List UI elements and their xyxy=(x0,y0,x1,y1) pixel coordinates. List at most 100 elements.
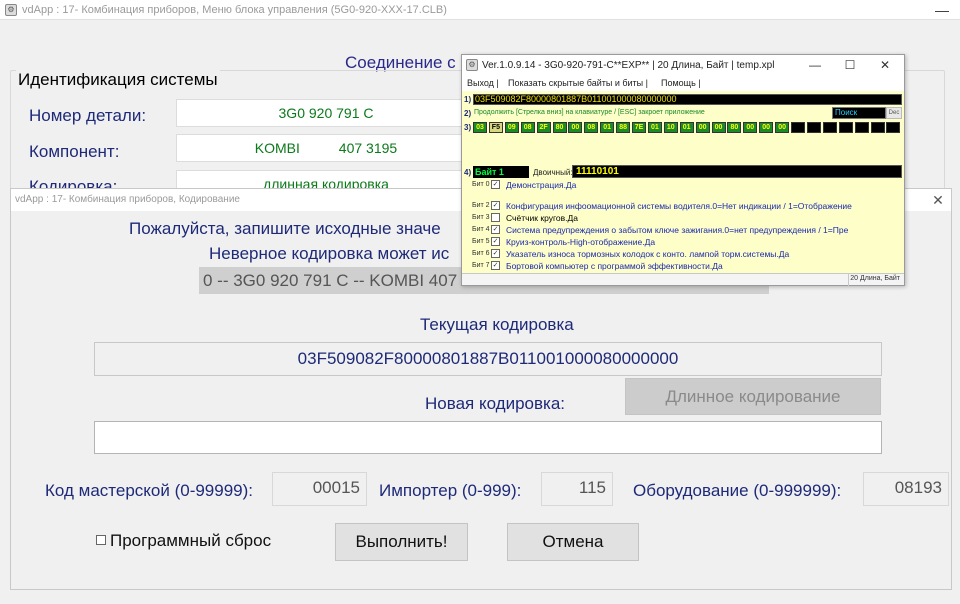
maximize-icon[interactable]: ☐ xyxy=(842,57,858,73)
popup-status-bar: 20 Длина, Байт xyxy=(462,273,904,286)
bit-description: Указатель износа тормозных колодок с кон… xyxy=(506,249,790,259)
bit-label: Бит 6 xyxy=(472,250,490,257)
byte-cell[interactable]: 00 xyxy=(775,122,790,133)
byte-cell[interactable]: 88 xyxy=(616,122,631,133)
status-text: 20 Длина, Байт xyxy=(850,275,900,282)
byte-cell[interactable]: 00 xyxy=(759,122,774,133)
cancel-button[interactable]: Отмена xyxy=(507,523,639,561)
current-coding-label: Текущая кодировка xyxy=(420,315,574,334)
bit-description: Система предупреждения о забытом ключе з… xyxy=(506,225,849,235)
byte-cell[interactable]: 2F xyxy=(536,122,551,133)
bit-label: Бит 4 xyxy=(472,226,490,233)
menu-help[interactable]: Помощь | xyxy=(661,78,701,88)
close-icon[interactable]: ✕ xyxy=(877,57,893,73)
byte-cell[interactable]: 08 xyxy=(584,122,599,133)
bit-description: Конфигурация инфоомационной системы води… xyxy=(506,201,852,211)
byte-cell[interactable]: 00 xyxy=(568,122,583,133)
part-number-field: 3G0 920 791 C xyxy=(176,99,476,127)
main-titlebar: ⚙ vdApp : 17- Комбинация приборов, Меню … xyxy=(0,0,960,20)
minimize-button[interactable]: — xyxy=(932,2,952,18)
main-window-title: vdApp : 17- Комбинация приборов, Меню бл… xyxy=(22,4,447,16)
bit-description: Демонстрация.Да xyxy=(506,180,577,190)
bit-checkbox[interactable]: ✓ xyxy=(491,261,500,270)
new-coding-input[interactable] xyxy=(94,421,882,454)
byte-cell[interactable]: 7E xyxy=(632,122,646,133)
byte-cell[interactable]: 00 xyxy=(695,122,710,133)
row-number: 1) xyxy=(464,95,472,104)
workshop-code-label: Код мастерской (0-99999): xyxy=(45,481,254,500)
byte-cell[interactable]: 00 xyxy=(711,122,726,133)
coding-window-title: vdApp : 17- Комбинация приборов, Кодиров… xyxy=(15,194,240,205)
byte-cell[interactable]: 10 xyxy=(663,122,678,133)
row-number: 4) xyxy=(464,168,472,177)
importer-label: Импортер (0-999): xyxy=(379,481,522,500)
bit-label: Бит 5 xyxy=(472,238,490,245)
reset-label: Программный сброс xyxy=(110,531,272,550)
warning-line-1: Пожалуйста, запишите исходные значе xyxy=(129,219,441,238)
equipment-label: Оборудование (0-999999): xyxy=(633,481,842,500)
popup-menu-bar: Выход | Показать скрытые байты и биты | … xyxy=(462,75,904,91)
popup-title: Ver.1.0.9.14 - 3G0-920-791-C**EXP** | 20… xyxy=(482,60,775,71)
dec-button[interactable]: Dec xyxy=(886,107,902,119)
workshop-code-field[interactable]: 00015 xyxy=(272,472,367,506)
byte-cell-empty[interactable] xyxy=(838,122,853,133)
bit-checkbox[interactable]: ✓ xyxy=(491,201,500,210)
bit-checkbox[interactable]: ✓ xyxy=(491,180,500,189)
minimize-icon[interactable]: — xyxy=(807,57,823,73)
bit-checkbox[interactable]: ✓ xyxy=(491,225,500,234)
app-icon: ⚙ xyxy=(466,59,478,71)
hint-text: Продолжить [Стрелка вниз] на клавиатуре … xyxy=(474,109,705,116)
menu-exit[interactable]: Выход | xyxy=(467,78,499,88)
binary-label: Двоичный: xyxy=(533,168,573,177)
selected-byte-label: Байт 1 xyxy=(473,166,529,178)
identification-title: Идентификация системы xyxy=(16,70,220,90)
byte-cell-empty[interactable] xyxy=(822,122,837,133)
warning-line-2: Неверное кодировка может ис xyxy=(209,244,450,263)
byte-cell-empty[interactable] xyxy=(791,122,805,133)
byte-cell-empty[interactable] xyxy=(806,122,821,133)
bit-label: Бит 7 xyxy=(472,262,490,269)
component-field: KOMBI 407 3195 xyxy=(176,134,476,162)
bit-label: Бит 3 xyxy=(472,214,490,221)
binary-value: 11110101 xyxy=(572,165,902,178)
byte-cell[interactable]: 01 xyxy=(679,122,694,133)
byte-cell[interactable]: 01 xyxy=(647,122,662,133)
importer-field[interactable]: 115 xyxy=(541,472,613,506)
bit-label: Бит 0 xyxy=(472,181,490,188)
byte-cell[interactable]: 00 xyxy=(743,122,758,133)
part-number-label: Номер детали: xyxy=(29,106,147,125)
bit-description: Бортовой компьютер с программой эффектив… xyxy=(506,261,723,271)
hex-coding-string[interactable]: 03F509082F80000801887B011001000080000000 xyxy=(473,94,902,105)
bit-description: Счётчик кругов.Да xyxy=(506,213,578,223)
byte-cell[interactable]: 80 xyxy=(727,122,742,133)
close-icon[interactable]: ✕ xyxy=(929,191,947,209)
search-input[interactable]: Поиск xyxy=(832,107,886,119)
bit-checkbox[interactable]: ✓ xyxy=(491,237,500,246)
byte-cell[interactable]: F5 xyxy=(488,122,503,133)
popup-titlebar: ⚙ Ver.1.0.9.14 - 3G0-920-791-C**EXP** | … xyxy=(462,55,904,75)
bit-label: Бит 2 xyxy=(472,202,490,209)
bit-description: Круиз-контроль-High-отображение.Да xyxy=(506,237,656,247)
long-coding-helper-window: ⚙ Ver.1.0.9.14 - 3G0-920-791-C**EXP** | … xyxy=(461,54,905,286)
status-separator xyxy=(848,274,849,286)
bit-checkbox[interactable]: ✓ xyxy=(491,249,500,258)
byte-cell-empty[interactable] xyxy=(886,122,901,133)
byte-cell[interactable]: 80 xyxy=(552,122,567,133)
byte-cell[interactable]: 09 xyxy=(504,122,519,133)
byte-cell[interactable]: 01 xyxy=(600,122,615,133)
component-label: Компонент: xyxy=(29,142,120,161)
bit-checkbox[interactable] xyxy=(491,213,500,222)
reset-checkbox[interactable] xyxy=(96,535,106,545)
equipment-field[interactable]: 08193 xyxy=(863,472,949,506)
row-number: 3) xyxy=(464,123,472,132)
byte-cell[interactable]: 08 xyxy=(520,122,535,133)
byte-cell-empty[interactable] xyxy=(870,122,885,133)
app-icon: ⚙ xyxy=(5,4,17,16)
menu-show-hidden[interactable]: Показать скрытые байты и биты | xyxy=(508,78,648,88)
byte-cell-empty[interactable] xyxy=(854,122,869,133)
current-coding-field: 03F509082F80000801887B011001000080000000 xyxy=(94,342,882,376)
execute-button[interactable]: Выполнить! xyxy=(335,523,468,561)
long-coding-button[interactable]: Длинное кодирование xyxy=(625,378,881,415)
byte-cell[interactable]: 03 xyxy=(473,122,487,133)
new-coding-label: Новая кодировка: xyxy=(425,394,566,413)
